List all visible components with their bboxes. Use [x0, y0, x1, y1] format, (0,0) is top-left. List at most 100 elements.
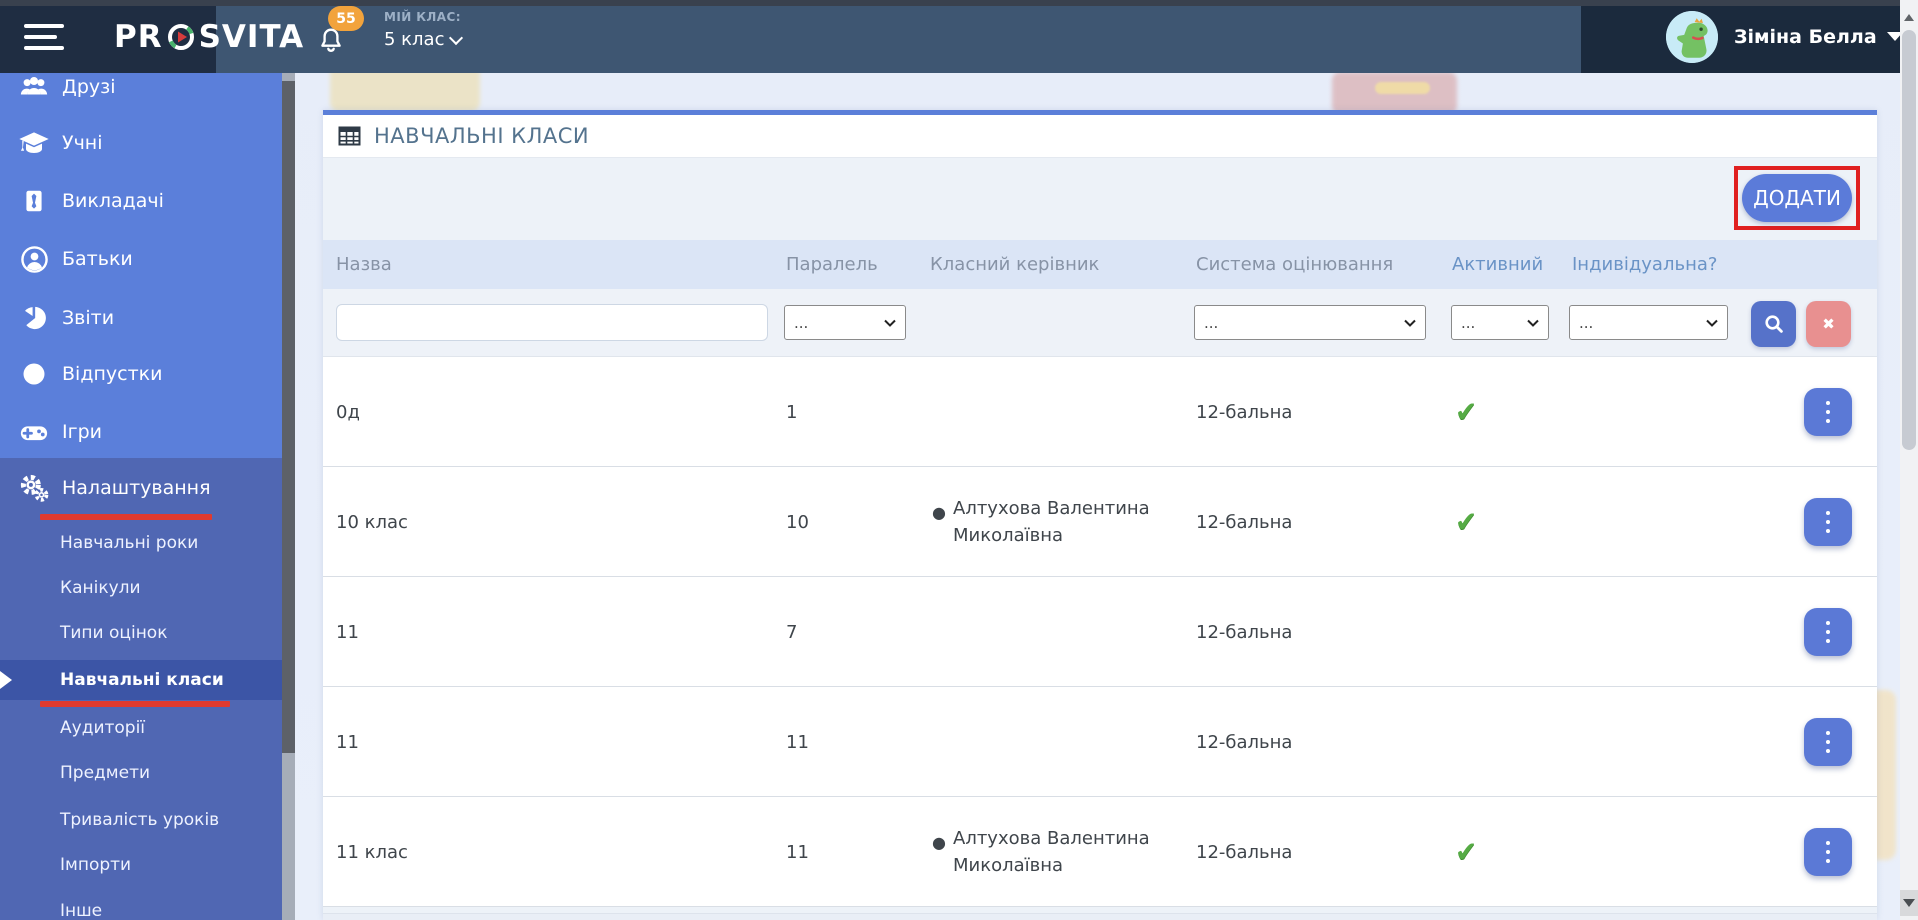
table-row[interactable]: 10 клас 10 ● Алтухова Валентина Миколаїв… — [323, 467, 1877, 577]
prosvita-logo[interactable]: PR SVITA — [114, 0, 304, 73]
top-header: PR SVITA 55 МІЙ КЛАС: 5 клас Зіміна Белл… — [0, 0, 1918, 73]
sidebar-scrollbar-thumb[interactable] — [282, 81, 295, 753]
sidebar-scrollbar[interactable] — [282, 73, 295, 920]
parent-icon — [18, 244, 50, 274]
column-header-parallel[interactable]: Паралель — [786, 240, 878, 289]
cell-name: 10 клас — [336, 511, 408, 533]
bullet-icon: ● — [932, 833, 946, 852]
table-row[interactable]: 11 клас 11 ● Алтухова Валентина Миколаїв… — [323, 797, 1877, 907]
panel-titlebar: НАВЧАЛЬНІ КЛАСИ — [323, 115, 1877, 158]
active-filter-select[interactable]: ... — [1451, 305, 1549, 340]
column-header-grading[interactable]: Система оцінювання — [1196, 240, 1393, 289]
sidebar-item-parents[interactable]: Батьки — [0, 231, 282, 287]
sidebar-item-reports[interactable]: Звіти — [0, 290, 282, 346]
sidebar-item-label: Викладачі — [62, 190, 164, 212]
table-row[interactable]: 0д 1 ● 12-бальна ✔ — [323, 357, 1877, 467]
user-name: Зіміна Белла — [1734, 25, 1877, 48]
cell-parallel: 11 — [786, 841, 809, 863]
checkmark-icon: ✔ — [1453, 505, 1479, 539]
sidebar-item-games[interactable]: Ігри — [0, 404, 282, 460]
sidebar-subitem-imports[interactable]: Імпорти — [0, 845, 282, 885]
grading-filter-select[interactable]: ... — [1194, 305, 1426, 340]
sidebar-subitem-lesson-duration[interactable]: Тривалість уроків — [0, 800, 282, 840]
notifications[interactable]: 55 — [314, 0, 374, 73]
my-class-selector[interactable]: МІЙ КЛАС: 5 клас — [384, 10, 464, 50]
name-filter-input[interactable] — [336, 304, 768, 341]
subitem-label: Навчальні роки — [60, 533, 199, 553]
column-header-individual[interactable]: Індивідуальна? — [1572, 240, 1717, 289]
top-border-strip — [0, 0, 1918, 6]
search-button[interactable] — [1751, 301, 1796, 347]
graduation-cap-icon — [18, 128, 50, 158]
subitem-label: Тривалість уроків — [60, 810, 220, 830]
individual-filter-select[interactable]: ... — [1569, 305, 1728, 340]
close-icon: ✖ — [1822, 315, 1835, 333]
column-header-active[interactable]: Активний — [1452, 240, 1543, 289]
circle-icon — [18, 359, 50, 389]
sidebar-item-label: Налаштування — [62, 477, 211, 499]
add-button[interactable]: ДОДАТИ — [1742, 174, 1852, 222]
page-title: НАВЧАЛЬНІ КЛАСИ — [374, 124, 590, 148]
cell-active: ✔ — [1453, 467, 1479, 577]
cell-teacher-wrap: ● Алтухова Валентина Миколаївна — [932, 797, 1188, 907]
sidebar-item-label: Учні — [62, 132, 103, 154]
table-row[interactable]: 11 11 ● 12-бальна ✔ — [323, 687, 1877, 797]
checkmark-icon: ✔ — [1453, 835, 1479, 869]
cell-parallel: 7 — [786, 621, 798, 643]
row-actions-button[interactable] — [1804, 718, 1852, 766]
sidebar-subitem-other[interactable]: Інше — [0, 891, 282, 920]
sidebar-item-label: Друзі — [62, 76, 116, 98]
row-actions-button[interactable] — [1804, 498, 1852, 546]
subitem-label: Аудиторії — [60, 718, 146, 738]
cell-name: 0д — [336, 401, 360, 423]
cell-teacher-wrap: ● Алтухова Валентина Миколаївна — [932, 467, 1188, 577]
avatar — [1666, 10, 1718, 63]
cell-parallel: 10 — [786, 511, 809, 533]
table-row[interactable]: 11 7 ● 12-бальна ✔ — [323, 577, 1877, 687]
select-value: ... — [1461, 313, 1476, 332]
sidebar-item-label: Ігри — [62, 421, 102, 443]
sidebar-item-students[interactable]: Учні — [0, 115, 282, 171]
sidebar-item-teachers[interactable]: Викладачі — [0, 173, 282, 229]
cell-teacher: ● Алтухова Валентина Миколаївна — [932, 495, 1188, 549]
select-value: ... — [1579, 313, 1594, 332]
sidebar-subitem-school-classes[interactable]: Навчальні класи — [0, 660, 282, 700]
bullet-icon: ● — [932, 503, 946, 522]
clear-filter-button[interactable]: ✖ — [1806, 301, 1851, 347]
sidebar-subitem-school-years[interactable]: Навчальні роки — [0, 523, 282, 563]
row-actions-button[interactable] — [1804, 608, 1852, 656]
sidebar-subitem-auditoriums[interactable]: Аудиторії — [0, 708, 282, 748]
table-body: 0д 1 ● 12-бальна ✔ 10 клас 10 ● Алтухова… — [323, 356, 1877, 907]
page-scrollbar[interactable] — [1900, 0, 1918, 920]
scroll-down-arrow[interactable] — [1900, 890, 1918, 916]
cell-name: 11 — [336, 731, 359, 753]
background-watermark — [1375, 82, 1430, 94]
page-scrollbar-thumb[interactable] — [1902, 30, 1916, 450]
cell-grading: 12-бальна — [1196, 841, 1293, 863]
chevron-down-icon — [1404, 319, 1416, 327]
parallel-filter-select[interactable]: ... — [784, 305, 906, 340]
sidebar-subitem-holidays[interactable]: Канікули — [0, 568, 282, 608]
row-actions-button[interactable] — [1804, 828, 1852, 876]
column-header-name[interactable]: Назва — [336, 240, 392, 289]
cell-grading: 12-бальна — [1196, 511, 1293, 533]
cell-parallel: 11 — [786, 731, 809, 753]
column-header-teacher[interactable]: Класний керівник — [930, 240, 1099, 289]
hamburger-menu-icon[interactable] — [24, 23, 64, 50]
tie-icon — [18, 186, 50, 216]
settings-red-underline — [40, 514, 212, 520]
sidebar-item-vacations[interactable]: Відпустки — [0, 346, 282, 402]
active-item-arrow-icon — [0, 671, 12, 689]
scroll-up-arrow[interactable] — [1900, 8, 1918, 26]
app-window: PR SVITA 55 МІЙ КЛАС: 5 клас Зіміна Белл… — [0, 0, 1918, 920]
sidebar-subitem-grade-types[interactable]: Типи оцінок — [0, 613, 282, 653]
cell-grading: 12-бальна — [1196, 731, 1293, 753]
sidebar-subitem-subjects[interactable]: Предмети — [0, 753, 282, 793]
row-actions-button[interactable] — [1804, 388, 1852, 436]
user-menu[interactable]: Зіміна Белла — [1581, 0, 1903, 73]
cell-teacher: ● Алтухова Валентина Миколаївна — [932, 825, 1188, 879]
sidebar-item-settings[interactable]: Налаштування — [0, 460, 282, 516]
users-icon — [18, 72, 50, 102]
active-subitem-red-underline — [40, 701, 230, 707]
teacher-name: Алтухова Валентина Миколаївна — [953, 498, 1150, 546]
